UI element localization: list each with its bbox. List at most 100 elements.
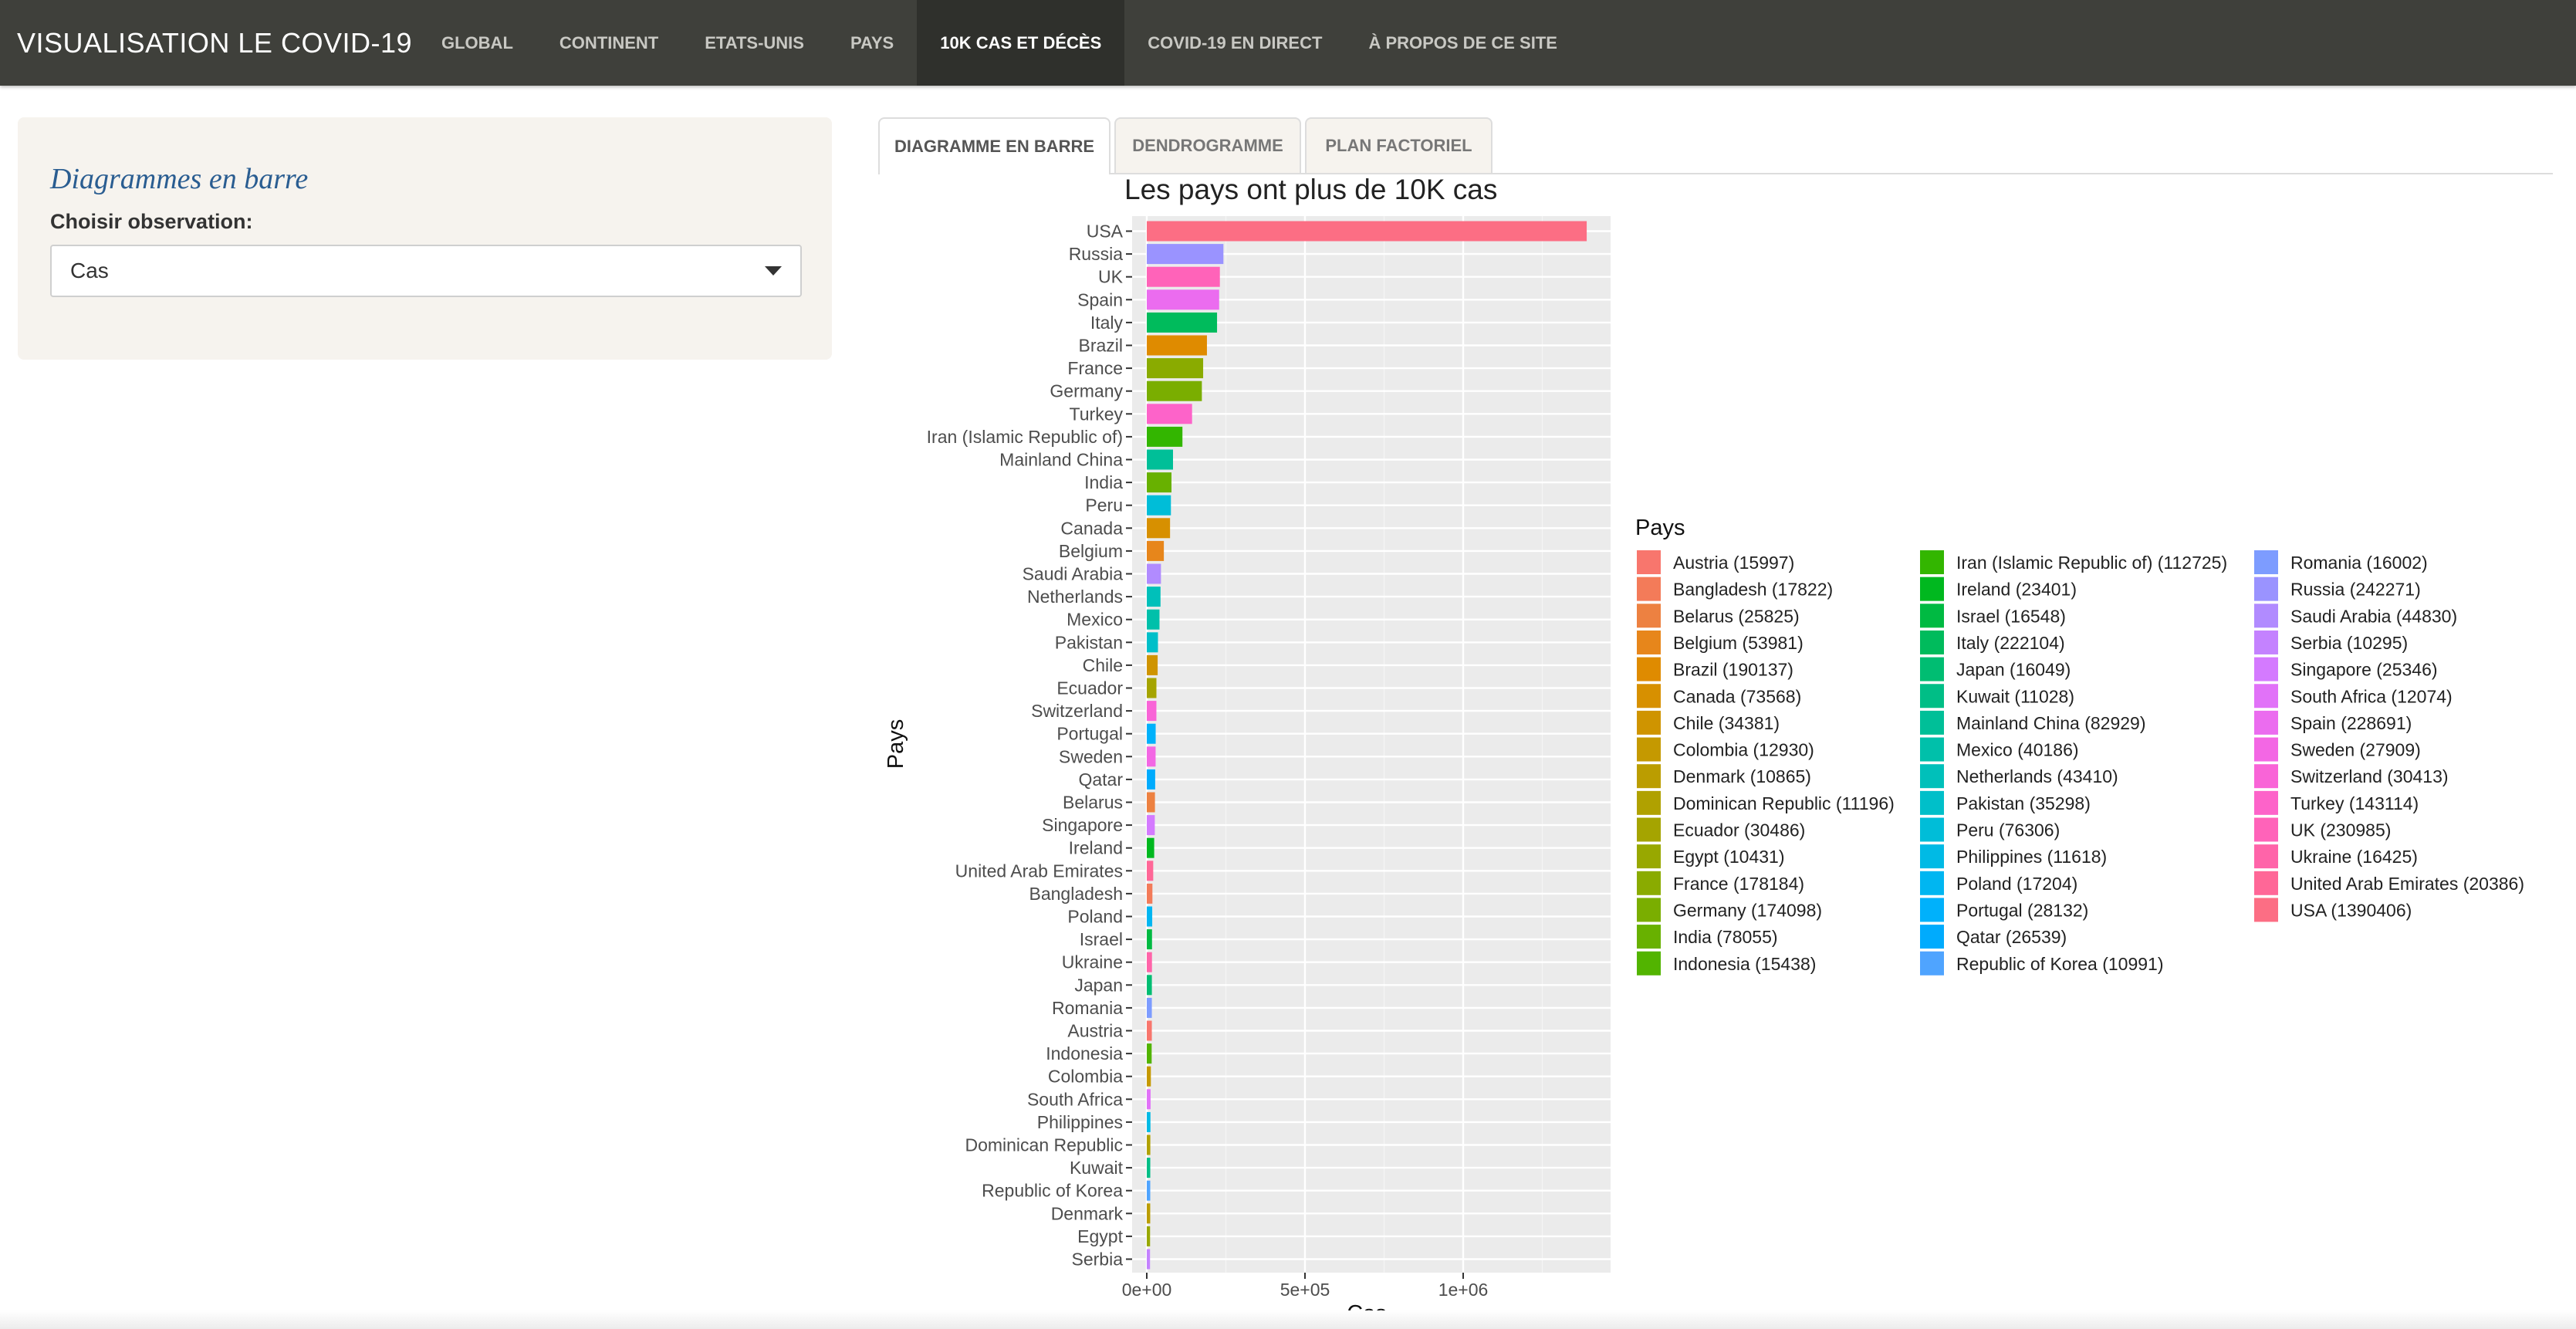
bar-republic-of-korea (1147, 1180, 1151, 1201)
legend-swatch (1637, 925, 1661, 949)
y-tick-label: Mainland China (999, 450, 1123, 470)
legend-swatch (1920, 925, 1944, 949)
legend-label: Ireland (23401) (1956, 580, 2077, 600)
y-tick-label: United Arab Emirates (955, 861, 1123, 881)
legend-label: Spain (228691) (2290, 713, 2412, 733)
legend-label: Belarus (25825) (1673, 606, 1800, 626)
y-tick-label: UK (1098, 267, 1124, 287)
legend-swatch (1637, 550, 1661, 574)
observation-select-label: Choisir observation: (50, 210, 253, 233)
tab-bar: DIAGRAMME EN BARRE DENDROGRAMME PLAN FAC… (878, 117, 2553, 174)
legend-label: Peru (76306) (1956, 820, 2060, 840)
legend-swatch (1637, 790, 1661, 815)
y-tick-label: Saudi Arabia (1023, 564, 1124, 584)
legend-label: Russia (242271) (2290, 580, 2421, 600)
legend-swatch (1920, 577, 1944, 601)
legend-label: Belgium (53981) (1673, 633, 1804, 653)
legend-label: Singapore (25346) (2290, 660, 2438, 680)
nav-a-propos[interactable]: À PROPOS DE CE SITE (1345, 0, 1580, 86)
bar-netherlands (1147, 587, 1161, 607)
bar-austria (1147, 1020, 1152, 1041)
bar-kuwait (1147, 1158, 1151, 1179)
y-tick-label: Kuwait (1070, 1158, 1124, 1178)
top-navbar: VISUALISATION LE COVID-19 GLOBAL CONTINE… (0, 0, 2576, 86)
observation-select[interactable]: Cas (50, 245, 802, 297)
bar-ireland (1147, 837, 1154, 858)
legend-label: UK (230985) (2290, 820, 2391, 840)
y-tick-label: Belgium (1059, 541, 1123, 561)
y-tick-label: Brazil (1078, 336, 1123, 356)
legend-label: Portugal (28132) (1956, 900, 2088, 920)
legend-label: Turkey (143114) (2290, 793, 2419, 813)
sidebar-title: Diagrammes en barre (50, 163, 309, 195)
legend-swatch (1637, 737, 1661, 762)
bar-spain (1147, 289, 1219, 310)
bar-russia (1147, 244, 1224, 265)
legend-label: Canada (73568) (1673, 686, 1801, 706)
y-tick-label: Ireland (1069, 838, 1123, 858)
legend-label: Japan (16049) (1956, 660, 2071, 680)
y-tick-label: Iran (Islamic Republic of) (927, 427, 1123, 447)
bar-colombia (1147, 1066, 1151, 1087)
observation-select-value: Cas (70, 259, 109, 282)
x-tick-label: 1e+06 (1438, 1280, 1489, 1300)
legend-label: Iran (Islamic Republic of) (112725) (1956, 553, 2227, 573)
legend-swatch (1920, 764, 1944, 789)
legend-swatch (2254, 737, 2278, 762)
legend-swatch (1920, 684, 1944, 708)
bar-france (1147, 358, 1204, 379)
nav-pays[interactable]: PAYS (827, 0, 917, 86)
legend-label: Republic of Korea (10991) (1956, 954, 2164, 974)
legend-swatch (1637, 657, 1661, 681)
legend-swatch (1920, 951, 1944, 976)
y-tick-label: Singapore (1042, 815, 1123, 835)
tab-diagramme-en-barre[interactable]: DIAGRAMME EN BARRE (878, 117, 1111, 174)
bar-germany (1147, 380, 1202, 401)
nav-10k-cas-deces[interactable]: 10K CAS ET DÉCÈS (917, 0, 1125, 86)
legend-swatch (1637, 764, 1661, 789)
legend-label: Kuwait (11028) (1956, 686, 2074, 706)
page-footer-shadow (0, 1310, 2576, 1329)
nav-covid-direct[interactable]: COVID-19 EN DIRECT (1124, 0, 1345, 86)
nav-continent[interactable]: CONTINENT (536, 0, 681, 86)
legend-label: Mexico (40186) (1956, 740, 2079, 760)
bar-turkey (1147, 404, 1192, 424)
legend-label: South Africa (12074) (2290, 686, 2453, 706)
legend-swatch (1920, 630, 1944, 654)
y-tick-label: Ecuador (1056, 678, 1123, 698)
tab-dendrogramme[interactable]: DENDROGRAMME (1114, 117, 1301, 173)
legend-swatch (2254, 604, 2278, 628)
y-tick-label: Philippines (1037, 1112, 1123, 1132)
bar-pakistan (1147, 632, 1158, 653)
legend-label: Indonesia (15438) (1673, 954, 1816, 974)
legend-swatch (1920, 710, 1944, 735)
bar-saudi-arabia (1147, 563, 1161, 584)
nav-etats-unis[interactable]: ETATS-UNIS (681, 0, 827, 86)
y-tick-label: Indonesia (1046, 1043, 1123, 1064)
y-tick-label: Spain (1077, 289, 1123, 309)
y-tick-label: France (1067, 358, 1123, 378)
legend-label: Romania (16002) (2290, 553, 2428, 573)
legend-swatch (1637, 817, 1661, 842)
bar-brazil (1147, 335, 1207, 356)
nav-global[interactable]: GLOBAL (418, 0, 536, 86)
bar-belarus (1147, 792, 1155, 813)
legend-label: Ukraine (16425) (2290, 847, 2418, 867)
legend-label: Mainland China (82929) (1956, 713, 2146, 733)
bar-bangladesh (1147, 883, 1153, 904)
legend-swatch (2254, 684, 2278, 708)
legend-swatch (2254, 577, 2278, 601)
tab-plan-factoriel[interactable]: PLAN FACTORIEL (1305, 117, 1493, 173)
y-tick-label: Austria (1067, 1021, 1123, 1041)
bar-india (1147, 472, 1172, 493)
legend-label: Chile (34381) (1673, 713, 1780, 733)
bar-italy (1147, 312, 1218, 333)
y-tick-label: Colombia (1048, 1067, 1123, 1087)
legend-label: Bangladesh (17822) (1673, 580, 1833, 600)
legend-swatch (2254, 710, 2278, 735)
legend-swatch (2254, 550, 2278, 574)
sidebar-panel: Diagrammes en barre Choisir observation:… (18, 117, 832, 360)
app-title[interactable]: VISUALISATION LE COVID-19 (0, 27, 418, 59)
y-tick-label: Peru (1085, 495, 1123, 516)
y-tick-label: Russia (1069, 244, 1124, 264)
